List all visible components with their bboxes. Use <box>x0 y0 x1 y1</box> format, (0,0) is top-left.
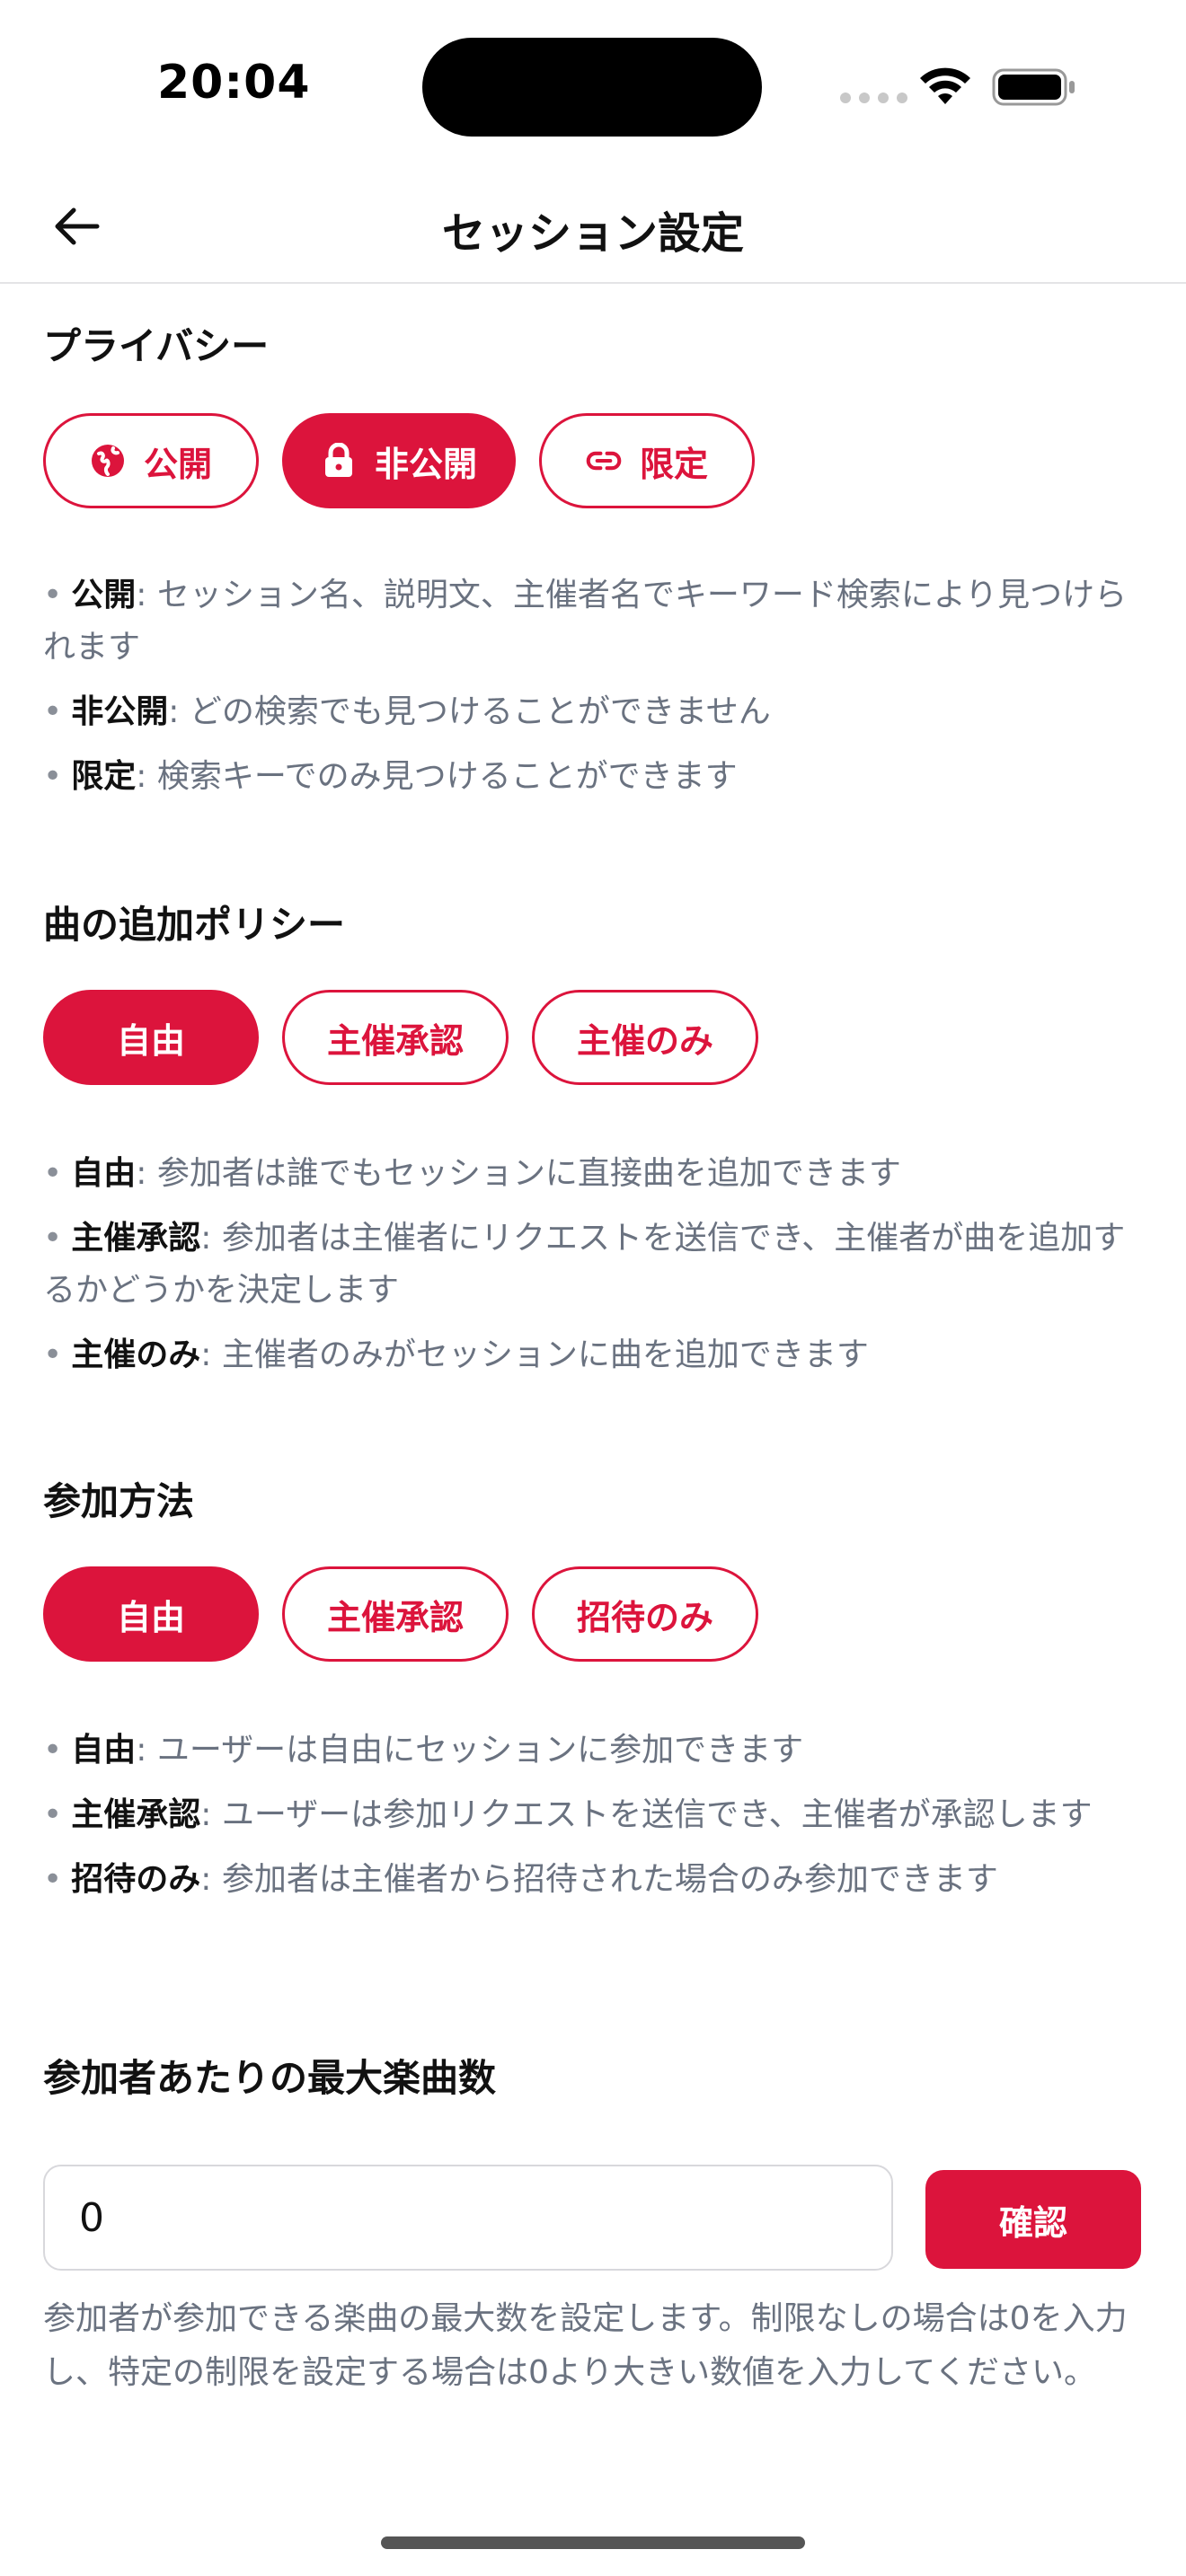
list-item: • 主催承認: 参加者は主催者にリクエストを送信でき、主催者が曲を追加するかどうか… <box>43 1220 1126 1309</box>
song-policy-options: 自由 主催承認 主催のみ <box>43 990 758 1085</box>
privacy-title: プライバシー <box>43 324 270 368</box>
privacy-option-label: 公開 <box>143 444 212 484</box>
list-item: • 自由: ユーザーは自由にセッションに参加できます <box>43 1732 804 1769</box>
dynamic-island <box>422 38 762 137</box>
list-item: • 招待のみ: 参加者は主催者から招待された場合のみ参加できます <box>43 1861 998 1898</box>
song-policy-option-label: 主催のみ <box>576 1020 713 1061</box>
privacy-option-limited[interactable]: 限定 <box>539 413 755 508</box>
privacy-option-label: 非公開 <box>374 444 477 484</box>
max-songs-title: 参加者あたりの最大楽曲数 <box>43 2056 497 2100</box>
join-method-option-label: 自由 <box>116 1597 185 1637</box>
list-item: • 非公開: どの検索でも見つけることができません <box>43 693 771 730</box>
link-icon <box>586 443 622 479</box>
join-method-title: 参加方法 <box>43 1479 195 1523</box>
song-policy-option-free[interactable]: 自由 <box>43 990 259 1085</box>
join-method-option-label: 招待のみ <box>576 1597 713 1637</box>
song-policy-option-label: 主催承認 <box>326 1020 464 1061</box>
join-method-option-host-approval[interactable]: 主催承認 <box>282 1566 509 1662</box>
max-songs-section: 参加者あたりの最大楽曲数 <box>43 2051 1143 2105</box>
song-policy-option-host-approval[interactable]: 主催承認 <box>282 990 509 1085</box>
page-title: セッション設定 <box>441 208 744 259</box>
song-policy-descriptions: • 自由: 参加者は誰でもセッションに直接曲を追加できます • 主催承認: 参加者は… <box>43 1148 1143 1394</box>
join-method-options: 自由 主催承認 招待のみ <box>43 1566 758 1662</box>
join-method-section: 参加方法 <box>43 1475 1143 1529</box>
home-indicator <box>381 2536 805 2549</box>
privacy-option-public[interactable]: 公開 <box>43 413 259 508</box>
max-songs-help-text: 参加者が参加できる楽曲の最大数を設定します。制限なしの場合は0を入力し、特定の制… <box>43 2300 1128 2391</box>
privacy-option-private[interactable]: 非公開 <box>282 413 516 508</box>
battery-icon <box>992 68 1075 106</box>
join-method-descriptions: • 自由: ユーザーは自由にセッションに参加できます • 主催承認: ユーザーは参加… <box>43 1725 1143 1919</box>
globe-icon <box>90 443 126 479</box>
list-item: • 限定: 検索キーでのみ見つけることができます <box>43 758 738 795</box>
lock-icon <box>321 443 357 479</box>
confirm-button[interactable]: 確認 <box>925 2170 1141 2269</box>
nav-bar: セッション設定 <box>0 171 1186 284</box>
privacy-section: プライバシー <box>43 320 1143 374</box>
join-method-option-free[interactable]: 自由 <box>43 1566 259 1662</box>
privacy-option-label: 限定 <box>639 444 708 484</box>
status-time: 20:04 <box>157 56 311 110</box>
join-method-option-label: 主催承認 <box>326 1597 464 1637</box>
list-item: • 主催のみ: 主催者のみがセッションに曲を追加できます <box>43 1337 869 1373</box>
song-policy-title: 曲の追加ポリシー <box>43 903 346 947</box>
song-policy-option-host-only[interactable]: 主催のみ <box>532 990 758 1085</box>
song-policy-option-label: 自由 <box>116 1020 185 1061</box>
wifi-icon <box>920 67 970 104</box>
signal-dots-icon <box>840 93 907 103</box>
status-bar: 20:04 <box>0 0 1186 171</box>
song-policy-section: 曲の追加ポリシー <box>43 898 1143 952</box>
join-method-option-invite-only[interactable]: 招待のみ <box>532 1566 758 1662</box>
list-item: • 自由: 参加者は誰でもセッションに直接曲を追加できます <box>43 1155 901 1192</box>
privacy-descriptions: • 公開: セッション名、説明文、主催者名でキーワード検索により見つけられます •… <box>43 569 1143 816</box>
list-item: • 主催承認: ユーザーは参加リクエストを送信でき、主催者が承認します <box>43 1796 1093 1833</box>
list-item: • 公開: セッション名、説明文、主催者名でキーワード検索により見つけられます <box>43 577 1128 666</box>
max-songs-input[interactable] <box>43 2165 893 2271</box>
privacy-options: 公開 非公開 限定 <box>43 413 755 508</box>
